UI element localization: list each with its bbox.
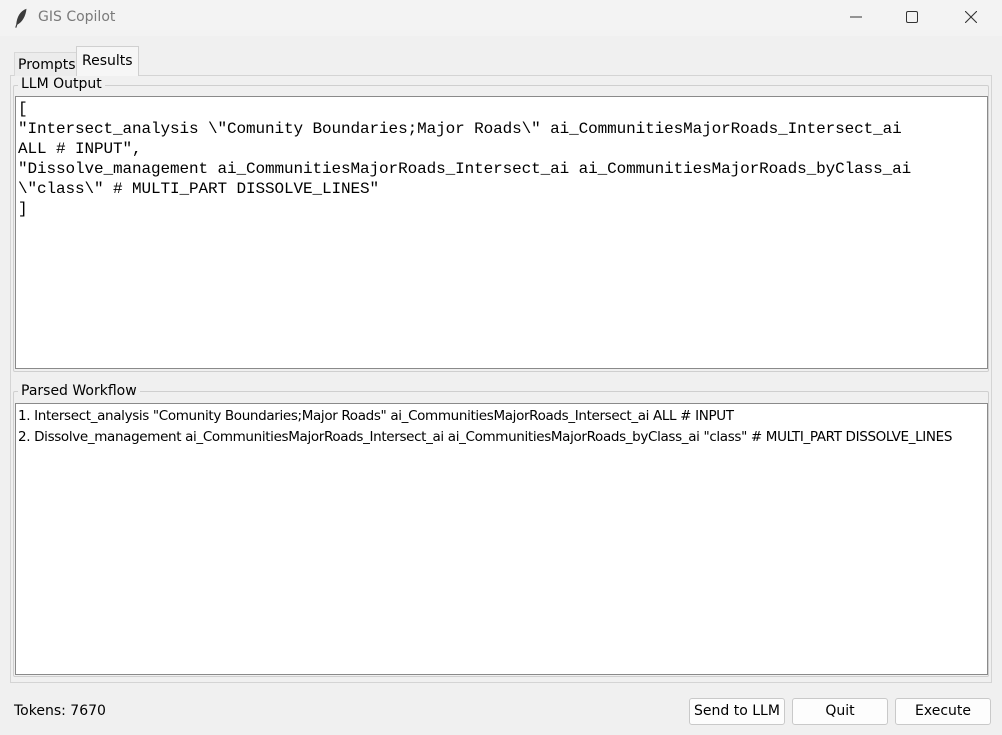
parsed-workflow-listbox[interactable]: 1. Intersect_analysis "Comunity Boundari… xyxy=(15,403,988,675)
llm-output-line: [ xyxy=(18,100,28,118)
minimize-button[interactable] xyxy=(833,0,879,34)
llm-output-text: [ "Intersect_analysis \"Comunity Boundar… xyxy=(16,97,987,219)
llm-output-textarea[interactable]: [ "Intersect_analysis \"Comunity Boundar… xyxy=(15,96,988,369)
maximize-button[interactable] xyxy=(889,0,935,34)
tab-results[interactable]: Results xyxy=(76,46,139,76)
workflow-step[interactable]: 1. Intersect_analysis "Comunity Boundari… xyxy=(18,406,987,427)
llm-output-line: \"class\" # MULTI_PART DISSOLVE_LINES" xyxy=(18,180,380,198)
workflow-step[interactable]: 2. Dissolve_management ai_CommunitiesMaj… xyxy=(18,427,987,448)
title-bar: GIS Copilot xyxy=(0,0,1002,36)
feather-icon xyxy=(15,8,27,28)
llm-output-label: LLM Output xyxy=(18,76,105,93)
llm-output-line: ALL # INPUT", xyxy=(18,140,142,158)
parsed-workflow-label: Parsed Workflow xyxy=(18,383,140,400)
window-title: GIS Copilot xyxy=(38,9,116,25)
llm-output-line: "Intersect_analysis \"Comunity Boundarie… xyxy=(18,120,902,138)
llm-output-line: ] xyxy=(18,200,28,218)
quit-button[interactable]: Quit xyxy=(792,698,888,725)
close-button[interactable] xyxy=(948,0,994,34)
send-to-llm-button[interactable]: Send to LLM xyxy=(689,698,785,725)
minimize-icon xyxy=(850,16,862,18)
llm-output-line: "Dissolve_management ai_CommunitiesMajor… xyxy=(18,160,912,178)
token-count: Tokens: 7670 xyxy=(14,703,106,719)
maximize-icon xyxy=(906,11,918,23)
tab-prompts[interactable]: Prompts xyxy=(14,52,79,76)
execute-button[interactable]: Execute xyxy=(895,698,991,725)
close-icon xyxy=(965,11,977,23)
